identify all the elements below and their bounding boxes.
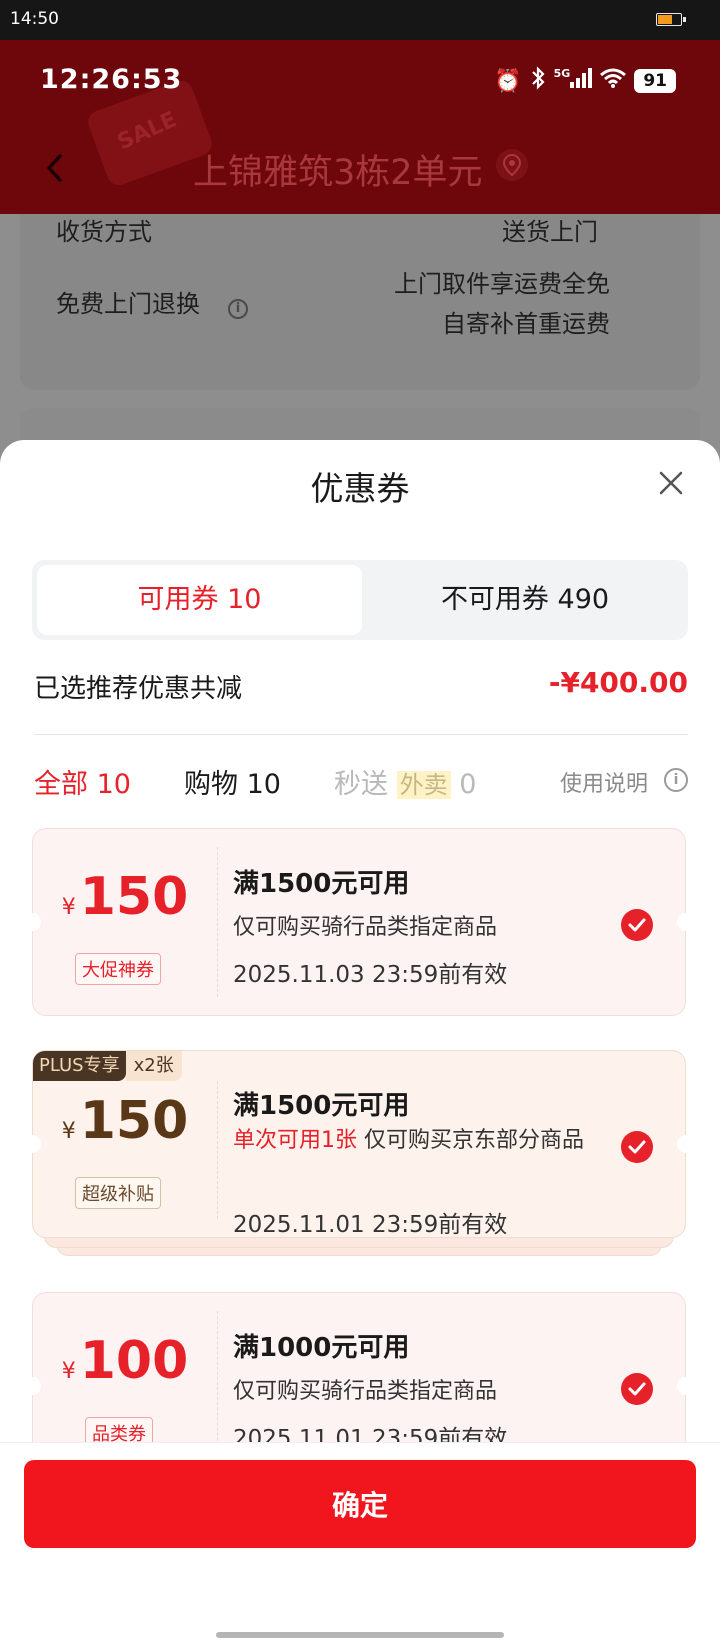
bluetooth-icon <box>530 66 546 96</box>
plus-label: PLUS专享 <box>33 1051 126 1081</box>
checkmark-icon[interactable] <box>621 909 653 941</box>
filter-shopping[interactable]: 购物 10 <box>184 762 281 801</box>
coupon-expiry: 2025.11.03 23:59前有效 <box>233 962 508 988</box>
free-return-label: 免费上门退换 <box>56 290 200 318</box>
signal-icon <box>570 68 593 94</box>
coupon-title: 满1500元可用 <box>233 1091 410 1121</box>
coupon-description: 单次可用1张 仅可购买京东部分商品 <box>233 1128 585 1153</box>
coupon-count: x2张 <box>125 1051 182 1081</box>
checkmark-icon[interactable] <box>621 1131 653 1163</box>
coupon-card[interactable]: PLUS专享 x2张 ¥150 超级补贴 满1500元可用 单次可用1张 仅可购… <box>23 1050 695 1238</box>
coupon-title: 满1000元可用 <box>233 1333 410 1363</box>
filter-flash-delivery[interactable]: 秒送 外卖 0 <box>334 762 476 801</box>
system-status-bar: 14:50 <box>0 0 720 40</box>
coupon-tabs: 可用券 10 不可用券 490 <box>32 560 688 640</box>
coupon-bottom-sheet: 优惠券 可用券 10 不可用券 490 已选推荐优惠共减 -¥400.00 全部… <box>0 440 720 1640</box>
info-icon[interactable]: i <box>664 768 688 792</box>
wifi-icon <box>600 68 627 94</box>
summary-label: 已选推荐优惠共减 <box>34 674 243 704</box>
coupon-amount: ¥150 <box>61 1091 189 1151</box>
coupon-badge: 大促神券 <box>75 953 161 985</box>
back-arrow-icon[interactable] <box>40 148 72 188</box>
alarm-icon: ⏰ <box>494 68 522 94</box>
tab-unavailable[interactable]: 不可用券 490 <box>362 565 688 635</box>
sheet-footer: 确定 <box>0 1442 720 1640</box>
return-line-1: 上门取件享运费全免 <box>394 270 610 298</box>
divider <box>34 734 688 735</box>
coupon-title: 满1500元可用 <box>233 869 410 899</box>
coupon-description: 仅可购买骑行品类指定商品 <box>233 1379 498 1404</box>
delivery-address[interactable]: 上锦雅筑3栋2单元 <box>193 144 483 195</box>
filter-flash-label: 秒送 <box>334 769 388 800</box>
coupon-badge: 超级补贴 <box>75 1177 161 1209</box>
location-pin-icon[interactable] <box>496 149 528 181</box>
coupon-description: 仅可购买骑行品类指定商品 <box>233 915 498 940</box>
coupon-amount: ¥150 <box>61 867 189 927</box>
system-time: 14:50 <box>10 9 59 29</box>
tab-available[interactable]: 可用券 10 <box>37 565 362 635</box>
close-icon[interactable] <box>656 468 686 498</box>
coupon-expiry: 2025.11.01 23:59前有效 <box>233 1212 508 1238</box>
delivery-method-value: 送货上门 <box>502 218 598 246</box>
status-clock: 12:26:53 <box>40 64 183 95</box>
coupon-card[interactable]: ¥150 大促神券 满1500元可用 仅可购买骑行品类指定商品 2025.11.… <box>23 828 695 1016</box>
filter-all[interactable]: 全部 10 <box>34 762 131 801</box>
status-icons: ⏰ 5G 91 <box>494 66 676 96</box>
battery-level: 91 <box>634 69 676 93</box>
system-battery-icon <box>656 13 686 26</box>
checkmark-icon[interactable] <box>621 1373 653 1405</box>
page-header: SALE 12:26:53 ⏰ 5G 91 上锦雅筑3栋2单元 <box>0 40 720 214</box>
coupon-amount: ¥100 <box>61 1331 189 1391</box>
summary-amount: -¥400.00 <box>548 666 688 699</box>
info-icon[interactable]: i <box>228 299 248 319</box>
network-type: 5G <box>553 66 571 80</box>
return-line-2: 自寄补首重运费 <box>442 310 610 338</box>
filter-flash-count: 0 <box>459 769 477 800</box>
confirm-button[interactable]: 确定 <box>24 1460 696 1548</box>
home-indicator[interactable] <box>216 1632 504 1638</box>
sheet-title: 优惠券 <box>310 469 410 508</box>
plus-exclusive-tag: PLUS专享 x2张 <box>33 1051 182 1081</box>
delivery-method-label: 收货方式 <box>56 218 152 246</box>
coupon-limit: 单次可用1张 <box>233 1128 357 1153</box>
filter-takeout-highlight: 外卖 <box>396 771 451 799</box>
usage-instructions-link[interactable]: 使用说明 <box>560 766 648 798</box>
